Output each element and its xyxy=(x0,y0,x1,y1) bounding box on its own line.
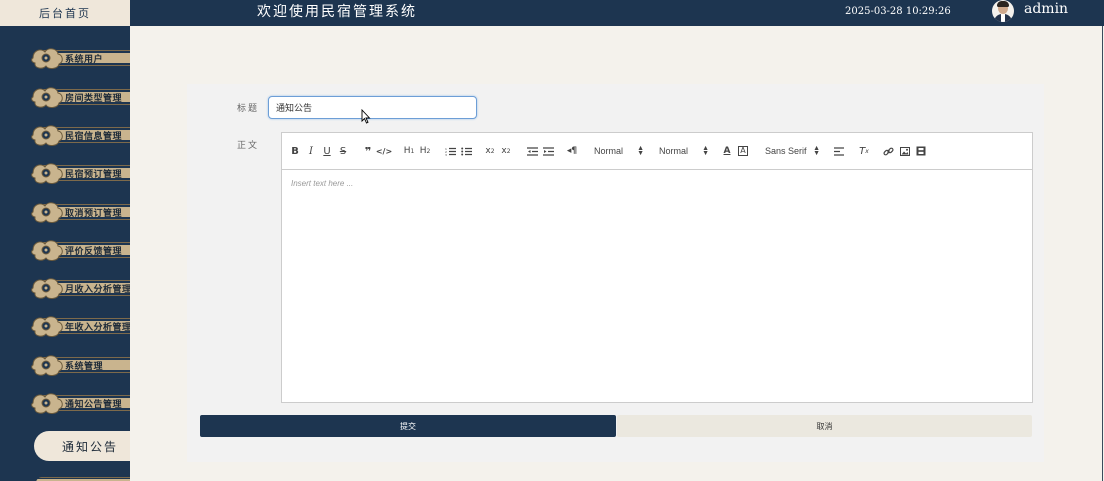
bold-icon[interactable]: B xyxy=(290,144,300,158)
image-icon[interactable] xyxy=(899,144,911,158)
home-tab[interactable]: 后台首页 xyxy=(0,0,130,26)
cloud-ornament-icon xyxy=(31,393,63,414)
sidebar-item-system-management[interactable]: 系统管理 xyxy=(30,351,130,379)
sidebar-item-room-types[interactable]: 房间类型管理 xyxy=(30,83,130,111)
size-picker-value: Normal xyxy=(659,146,689,156)
sidebar-item-label: 取消预订管理 xyxy=(65,208,123,219)
font-picker[interactable]: Sans Serif ▲ ▼ xyxy=(765,144,820,158)
header-picker-value: Normal xyxy=(594,146,624,156)
cloud-ornament-icon xyxy=(31,278,63,299)
sidebar-item-label: 年收入分析管理 xyxy=(65,322,130,333)
body-label: 正文 xyxy=(237,141,260,151)
system-title: 欢迎使用民宿管理系统 xyxy=(257,4,417,20)
sidebar-item-bookings[interactable]: 民宿预订管理 xyxy=(30,159,130,187)
sidebar-item-label: 系统管理 xyxy=(65,361,104,372)
link-icon[interactable] xyxy=(882,144,894,158)
cloud-ornament-icon xyxy=(31,240,63,261)
cloud-ornament-icon xyxy=(31,316,63,337)
background-color-icon[interactable]: A xyxy=(737,144,749,158)
editor-content-area[interactable]: Insert text here ... xyxy=(282,170,1032,402)
bullet-list-icon[interactable] xyxy=(460,144,472,158)
cloud-ornament-icon xyxy=(31,125,63,146)
subscript-icon[interactable]: x2 xyxy=(484,144,496,158)
rtl-icon[interactable]: ◂¶ xyxy=(566,144,578,158)
size-picker[interactable]: Normal ▲ ▼ xyxy=(659,144,709,158)
rich-text-editor: B I U S ❞ </> H1 H2 123 x2 x2 ◂¶ Normal … xyxy=(281,132,1033,403)
mouse-pointer-icon xyxy=(361,109,371,124)
sidebar-item-monthly-revenue[interactable]: 月收入分析管理 xyxy=(30,274,130,302)
cloud-ornament-icon xyxy=(31,355,63,376)
svg-text:3: 3 xyxy=(445,153,447,156)
text-color-icon[interactable]: A xyxy=(722,144,732,158)
sidebar-item-label: 评价反馈管理 xyxy=(65,246,123,257)
sidebar-item-label: 通知公告管理 xyxy=(65,399,123,410)
chevron-updown-icon: ▲ ▼ xyxy=(702,145,709,157)
outdent-icon[interactable] xyxy=(526,144,538,158)
cloud-ornament-icon xyxy=(31,48,63,69)
editor-toolbar: B I U S ❞ </> H1 H2 123 x2 x2 ◂¶ Normal … xyxy=(282,133,1032,170)
blockquote-icon[interactable]: ❞ xyxy=(362,144,374,158)
cancel-button[interactable]: 取消 xyxy=(617,415,1032,437)
editor-placeholder: Insert text here ... xyxy=(291,179,354,188)
sidebar-item-homestay-info[interactable]: 民宿信息管理 xyxy=(30,121,130,149)
sidebar-item-annual-revenue[interactable]: 年收入分析管理 xyxy=(30,312,130,340)
cloud-ornament-icon xyxy=(31,202,63,223)
chevron-updown-icon: ▲ ▼ xyxy=(637,145,644,157)
sidebar-item-partial xyxy=(30,473,130,481)
sidebar-item-feedback[interactable]: 评价反馈管理 xyxy=(30,236,130,264)
title-input[interactable] xyxy=(268,96,477,119)
h2-icon[interactable]: H2 xyxy=(418,144,432,158)
user-avatar-icon[interactable] xyxy=(992,0,1014,22)
username[interactable]: admin xyxy=(1024,1,1068,17)
cloud-ornament-icon xyxy=(31,87,63,108)
sidebar-item-label: 民宿信息管理 xyxy=(65,131,123,142)
sidebar-item-system-users[interactable]: 系统用户 xyxy=(30,44,130,72)
sidebar-item-label: 月收入分析管理 xyxy=(65,284,130,295)
superscript-icon[interactable]: x2 xyxy=(500,144,512,158)
submit-button[interactable]: 提交 xyxy=(200,415,616,437)
underline-icon[interactable]: U xyxy=(322,144,332,158)
sidebar-item-label: 房间类型管理 xyxy=(65,93,123,104)
cloud-ornament-icon xyxy=(31,163,63,184)
italic-icon[interactable]: I xyxy=(306,144,316,158)
video-icon[interactable] xyxy=(915,144,927,158)
h1-icon[interactable]: H1 xyxy=(402,144,416,158)
ordered-list-icon[interactable]: 123 xyxy=(444,144,456,158)
title-label: 标题 xyxy=(237,104,260,114)
font-picker-value: Sans Serif xyxy=(765,146,807,156)
sidebar: 系统用户 房间类型管理 民宿信息管理 民宿预订管理 取消预订管理 评价反馈管理 … xyxy=(0,26,130,481)
indent-icon[interactable] xyxy=(542,144,554,158)
chevron-updown-icon: ▲ ▼ xyxy=(813,145,820,157)
clean-icon[interactable]: Tx xyxy=(857,144,871,158)
sidebar-item-cancellations[interactable]: 取消预订管理 xyxy=(30,198,130,226)
sidebar-item-notice-management[interactable]: 通知公告管理 xyxy=(30,389,130,417)
strike-icon[interactable]: S xyxy=(338,144,348,158)
scrollbar-edge xyxy=(1102,26,1103,481)
sidebar-item-label: 民宿预订管理 xyxy=(65,169,123,180)
sidebar-item-label: 系统用户 xyxy=(65,54,104,65)
sidebar-subitem-notices-active[interactable]: 通知公告 xyxy=(34,431,130,461)
align-icon[interactable] xyxy=(833,144,845,158)
header-picker[interactable]: Normal ▲ ▼ xyxy=(594,144,644,158)
datetime-display: 2025-03-28 10:29:26 xyxy=(845,6,951,17)
code-icon[interactable]: </> xyxy=(376,144,392,158)
